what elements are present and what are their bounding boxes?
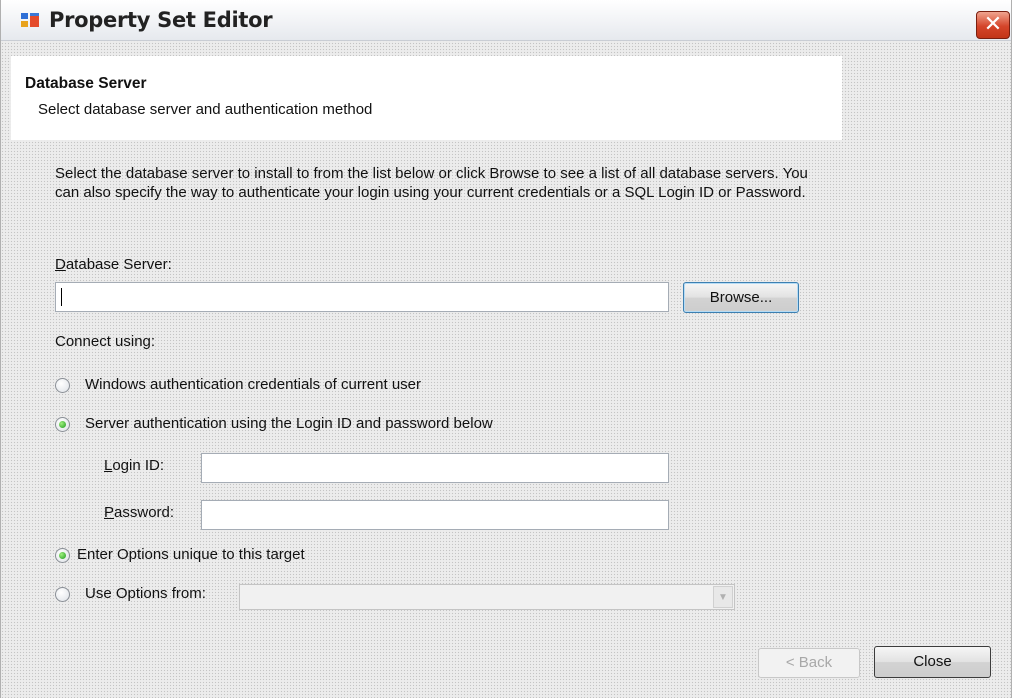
- password-input[interactable]: [201, 500, 669, 530]
- database-server-label-rest: atabase Server:: [65, 256, 172, 273]
- database-server-label: Database Server:: [55, 256, 172, 273]
- login-id-input[interactable]: [201, 453, 669, 483]
- database-server-input[interactable]: [55, 282, 669, 312]
- windows-auth-label[interactable]: Windows authentication credentials of cu…: [85, 376, 421, 393]
- property-set-editor-window: Property Set Editor ✕ Database Server Se…: [0, 0, 1012, 698]
- title-bar[interactable]: Property Set Editor ✕: [1, 0, 1011, 41]
- close-icon: ✕: [983, 12, 1003, 37]
- use-options-from-radio[interactable]: [55, 587, 70, 602]
- database-server-label-key: D: [55, 256, 66, 273]
- password-label-rest: assword:: [114, 504, 175, 521]
- server-auth-radio[interactable]: [55, 417, 70, 432]
- password-label-key: P: [104, 504, 115, 521]
- app-window-icon: [21, 13, 39, 27]
- enter-options-radio[interactable]: [55, 548, 70, 563]
- windows-auth-radio[interactable]: [55, 378, 70, 393]
- options-source-combobox[interactable]: ▼: [239, 584, 735, 610]
- login-id-label: Login ID:: [104, 457, 164, 474]
- window-title: Property Set Editor: [49, 8, 273, 32]
- back-button[interactable]: < Back: [758, 648, 860, 678]
- use-options-from-label[interactable]: Use Options from:: [85, 585, 206, 602]
- header-panel: Database Server Select database server a…: [11, 56, 842, 140]
- server-auth-label[interactable]: Server authentication using the Login ID…: [85, 415, 493, 432]
- radio-selected-dot: [59, 421, 66, 428]
- radio-selected-dot: [59, 552, 66, 559]
- text-caret: [61, 288, 62, 306]
- instructions-text: Select the database server to install to…: [55, 165, 808, 201]
- connect-using-label: Connect using:: [55, 333, 156, 350]
- close-window-button[interactable]: ✕: [976, 11, 1010, 39]
- login-id-label-rest: ogin ID:: [112, 457, 165, 474]
- page-subtitle: Select database server and authenticatio…: [38, 101, 373, 118]
- browse-button[interactable]: Browse...: [683, 282, 799, 313]
- close-button[interactable]: Close: [874, 646, 991, 678]
- password-label: Password:: [104, 504, 174, 521]
- chevron-down-icon[interactable]: ▼: [713, 586, 733, 608]
- page-title: Database Server: [25, 75, 147, 92]
- enter-options-label[interactable]: Enter Options unique to this target: [77, 546, 305, 563]
